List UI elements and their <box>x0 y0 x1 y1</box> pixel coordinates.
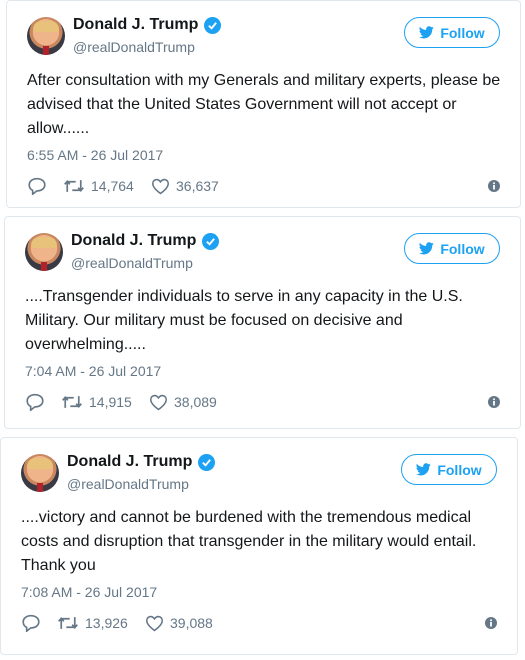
avatar[interactable] <box>25 233 63 271</box>
retweet-button[interactable]: 14,764 <box>63 178 151 194</box>
reply-icon <box>27 177 47 195</box>
author-handle[interactable]: @realDonaldTrump <box>67 476 189 492</box>
retweet-icon <box>61 394 83 410</box>
twitter-bird-icon <box>419 242 435 255</box>
tweet-text: After consultation with my Generals and … <box>27 72 501 137</box>
tweet-actions: 13,926 39,088 <box>21 612 497 634</box>
tweet-timestamp[interactable]: 6:55 AM - 26 Jul 2017 <box>27 147 163 163</box>
like-count: 39,088 <box>170 615 213 631</box>
heart-icon <box>145 615 164 632</box>
info-button[interactable] <box>488 396 500 408</box>
twitter-bird-icon <box>416 463 432 476</box>
follow-label: Follow <box>440 24 485 41</box>
info-icon <box>488 396 500 408</box>
author-handle[interactable]: @realDonaldTrump <box>73 39 195 55</box>
reply-button[interactable] <box>27 177 63 195</box>
avatar[interactable] <box>27 17 65 55</box>
tweet-card: Donald J. Trump @realDonaldTrump Follow … <box>6 0 521 208</box>
tweet-timestamp[interactable]: 7:08 AM - 26 Jul 2017 <box>21 584 157 600</box>
tweet-actions: 14,764 36,637 <box>27 175 500 197</box>
tweet-card: Donald J. Trump @realDonaldTrump Follow … <box>0 437 518 655</box>
follow-label: Follow <box>440 240 485 257</box>
author-name[interactable]: Donald J. Trump <box>73 16 198 34</box>
retweet-count: 14,764 <box>91 178 134 194</box>
info-button[interactable] <box>488 180 500 192</box>
reply-button[interactable] <box>25 393 61 411</box>
like-count: 36,637 <box>176 178 219 194</box>
like-count: 38,089 <box>174 394 217 410</box>
retweet-count: 14,915 <box>89 394 132 410</box>
reply-button[interactable] <box>21 614 57 632</box>
reply-icon <box>21 614 41 632</box>
like-button[interactable]: 39,088 <box>145 615 235 632</box>
author-row: Donald J. Trump <box>73 16 222 34</box>
follow-button[interactable]: Follow <box>404 17 500 48</box>
tweet-actions: 14,915 38,089 <box>25 391 500 413</box>
author-name[interactable]: Donald J. Trump <box>71 232 196 250</box>
tweet-text: ....victory and cannot be burdened with … <box>21 509 477 574</box>
heart-icon <box>151 178 170 195</box>
author-name[interactable]: Donald J. Trump <box>67 453 192 471</box>
retweet-icon <box>57 615 79 631</box>
info-button[interactable] <box>485 617 497 629</box>
like-button[interactable]: 38,089 <box>149 394 239 411</box>
verified-badge-icon <box>202 232 220 250</box>
follow-label: Follow <box>437 461 482 478</box>
info-icon <box>488 180 500 192</box>
author-handle[interactable]: @realDonaldTrump <box>71 255 193 271</box>
tweet-text: ....Transgender individuals to serve in … <box>25 288 463 353</box>
twitter-bird-icon <box>419 26 435 39</box>
verified-badge-icon <box>204 16 222 34</box>
author-row: Donald J. Trump <box>71 232 220 250</box>
retweet-count: 13,926 <box>85 615 128 631</box>
retweet-button[interactable]: 14,915 <box>61 394 149 410</box>
avatar[interactable] <box>21 454 59 492</box>
follow-button[interactable]: Follow <box>404 233 500 264</box>
reply-icon <box>25 393 45 411</box>
tweet-card: Donald J. Trump @realDonaldTrump Follow … <box>4 216 521 429</box>
info-icon <box>485 617 497 629</box>
retweet-button[interactable]: 13,926 <box>57 615 145 631</box>
heart-icon <box>149 394 168 411</box>
author-row: Donald J. Trump <box>67 453 216 471</box>
tweet-timestamp[interactable]: 7:04 AM - 26 Jul 2017 <box>25 363 161 379</box>
verified-badge-icon <box>198 453 216 471</box>
follow-button[interactable]: Follow <box>401 454 497 485</box>
like-button[interactable]: 36,637 <box>151 178 241 195</box>
retweet-icon <box>63 178 85 194</box>
